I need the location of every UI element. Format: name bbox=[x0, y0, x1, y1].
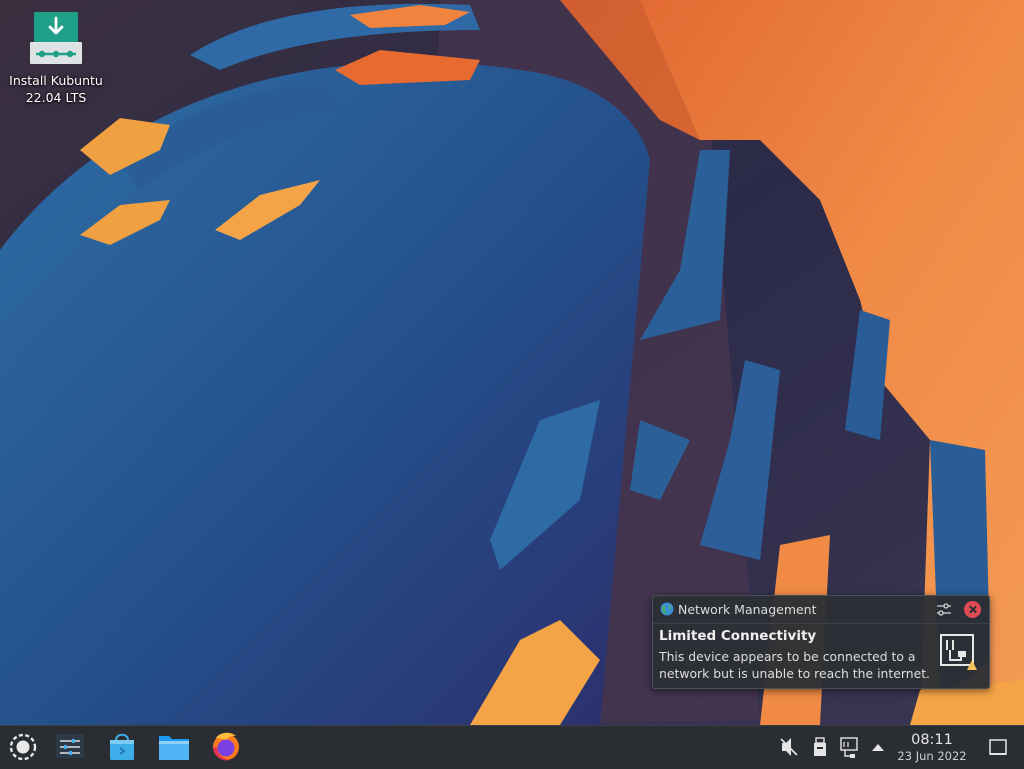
expand-arrow-icon bbox=[872, 744, 884, 751]
notification-header: Network Management bbox=[653, 596, 989, 624]
globe-icon bbox=[660, 602, 674, 616]
taskbar: 08:11 23 Jun 2022 bbox=[0, 725, 1024, 769]
desktop-icon-label-line1: Install Kubuntu bbox=[9, 73, 103, 88]
dolphin-launcher[interactable] bbox=[155, 726, 193, 769]
desktop-icon-install-kubuntu[interactable]: Install Kubuntu 22.04 LTS bbox=[4, 10, 108, 106]
network-icon bbox=[840, 737, 858, 758]
volume-tray-button[interactable] bbox=[778, 726, 800, 769]
notification-body-line1: This device appears to be connected to a bbox=[659, 649, 916, 664]
clock-time: 08:11 bbox=[911, 732, 953, 748]
desktop-icon-label-line2: 22.04 LTS bbox=[25, 90, 87, 105]
system-settings-launcher[interactable] bbox=[52, 726, 88, 769]
notification-body: This device appears to be connected to a… bbox=[659, 648, 939, 682]
volume-muted-icon bbox=[780, 738, 798, 756]
network-tray-button[interactable] bbox=[838, 726, 862, 769]
devices-tray-button[interactable] bbox=[810, 726, 830, 769]
removable-device-icon bbox=[814, 737, 826, 756]
show-desktop-button[interactable] bbox=[986, 726, 1010, 769]
show-hidden-icons-button[interactable] bbox=[868, 726, 888, 769]
network-notification[interactable]: Network Management Limited Connectivity … bbox=[652, 595, 990, 689]
close-icon[interactable] bbox=[964, 601, 981, 618]
digital-clock[interactable]: 08:11 23 Jun 2022 bbox=[892, 732, 972, 763]
firefox-icon bbox=[213, 732, 239, 761]
folder-icon bbox=[159, 736, 189, 760]
kde-logo-icon bbox=[9, 733, 37, 761]
desktop[interactable]: Install Kubuntu 22.04 LTS Network Manage… bbox=[0, 0, 1024, 725]
shopping-bag-icon bbox=[110, 733, 134, 760]
settings-sliders-icon bbox=[56, 734, 84, 758]
kubuntu-installer-icon bbox=[30, 12, 82, 64]
clock-date: 23 Jun 2022 bbox=[897, 749, 967, 763]
notification-body-line2: network but is unable to reach the inter… bbox=[659, 666, 930, 681]
show-desktop-icon bbox=[989, 739, 1007, 755]
network-wired-warning-icon bbox=[940, 634, 977, 670]
firefox-launcher[interactable] bbox=[208, 726, 244, 769]
discover-launcher[interactable] bbox=[104, 726, 140, 769]
application-launcher-button[interactable] bbox=[4, 726, 42, 769]
configure-icon[interactable] bbox=[935, 601, 953, 619]
notification-app-name: Network Management bbox=[678, 602, 817, 617]
notification-title: Limited Connectivity bbox=[659, 628, 817, 644]
